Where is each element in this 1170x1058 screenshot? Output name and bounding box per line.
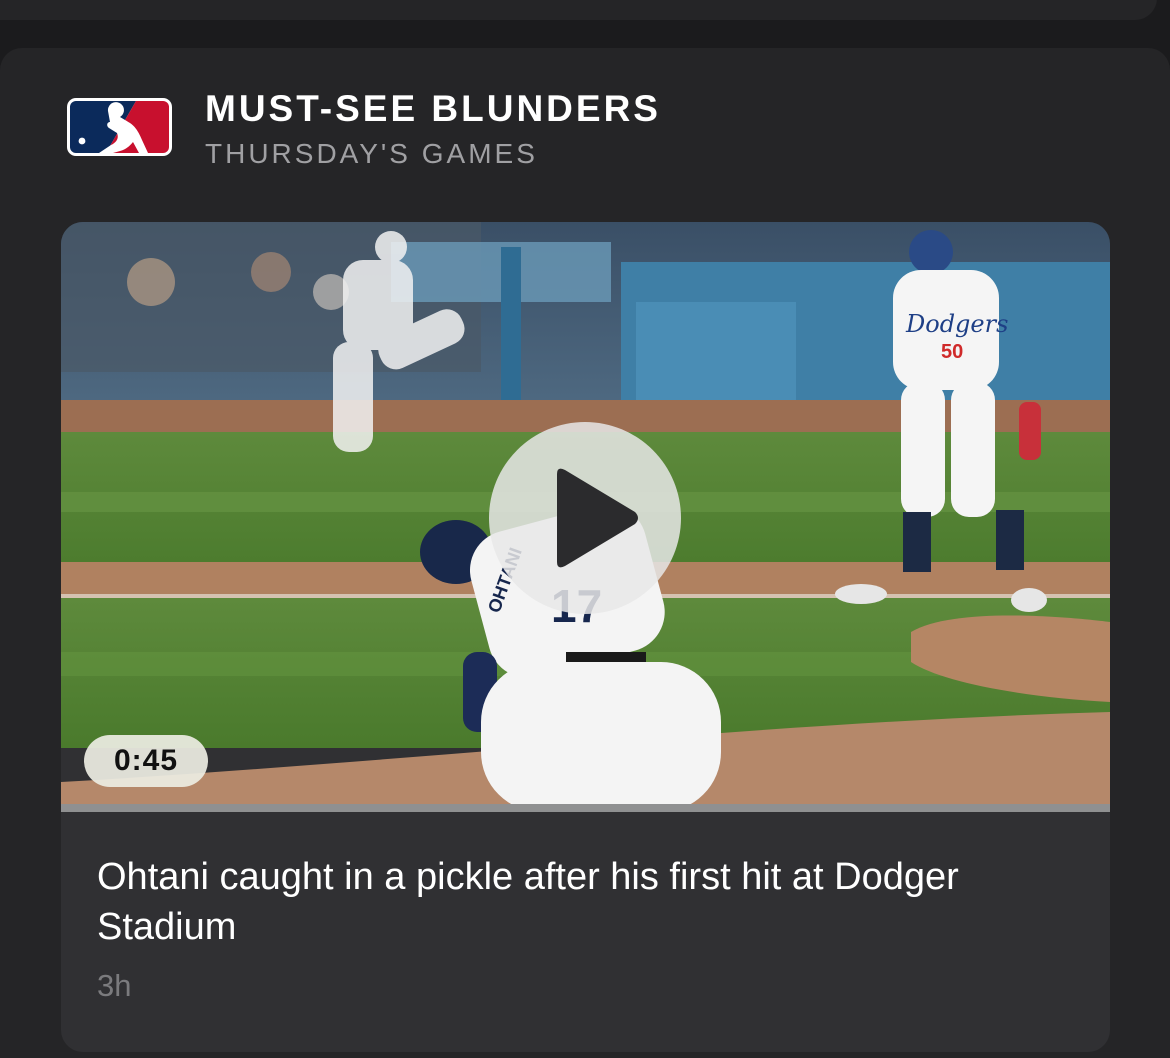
video-story-card[interactable]: Dodgers 50 OHTANI 17 0:45 Ohtani caught … [61, 222, 1110, 1052]
video-progress-bar[interactable] [61, 804, 1110, 812]
module-subtitle: THURSDAY'S GAMES [205, 138, 538, 169]
module-title: MUST-SEE BLUNDERS [205, 88, 661, 129]
video-duration-badge: 0:45 [84, 735, 208, 787]
story-headline[interactable]: Ohtani caught in a pickle after his firs… [97, 852, 1057, 952]
mlb-logo-icon [67, 98, 172, 156]
story-timestamp: 3h [97, 968, 132, 1003]
player-number-text: 50 [941, 341, 963, 363]
play-icon [557, 468, 638, 568]
previous-card [0, 0, 1157, 20]
jersey-script-text: Dodgers [905, 310, 1008, 338]
play-button[interactable] [489, 422, 681, 614]
